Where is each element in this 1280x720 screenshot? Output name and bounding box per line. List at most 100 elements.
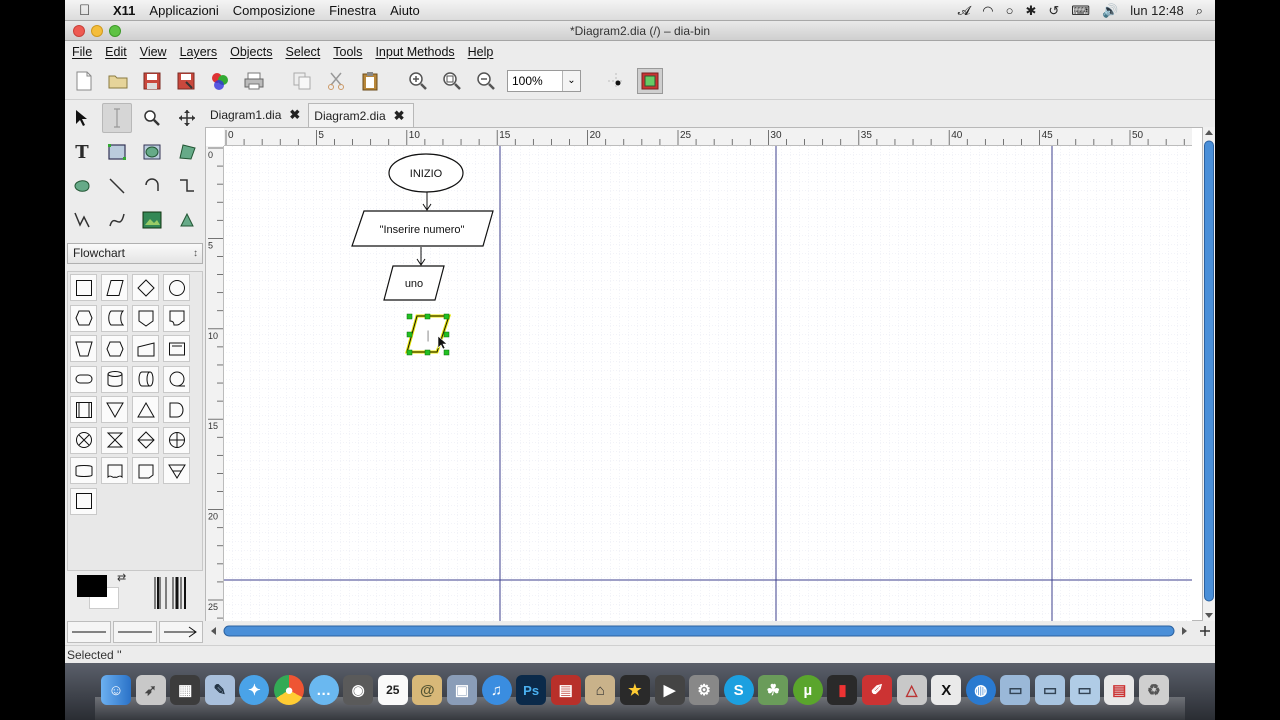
shape-or[interactable] (163, 426, 190, 454)
shape-diamond[interactable] (132, 274, 159, 301)
shape-offpage[interactable] (132, 304, 159, 332)
text-edit-tool-icon[interactable] (102, 103, 132, 133)
shape-manual-input[interactable] (132, 335, 159, 362)
zigzag-tool-icon[interactable] (172, 171, 202, 201)
shape-card[interactable] (163, 335, 190, 362)
line-width-selector[interactable] (151, 575, 191, 611)
shape-collate[interactable] (101, 426, 128, 454)
chevron-down-icon[interactable]: ⌄ (562, 70, 580, 91)
shape-delay[interactable] (163, 396, 190, 423)
maps-icon[interactable]: ☘ (758, 675, 789, 705)
shape-box[interactable] (70, 274, 97, 301)
horizontal-scrollbar[interactable] (205, 621, 1215, 641)
object-snap-icon[interactable] (637, 67, 663, 94)
mac-app-menu[interactable]: X11 (113, 3, 135, 18)
magnify-tool-icon[interactable] (137, 103, 167, 133)
itunes-icon[interactable]: ♫ (481, 675, 512, 705)
shape-terminal[interactable] (70, 365, 97, 393)
tab-diagram2[interactable]: Diagram2.dia ✖ (308, 103, 414, 127)
keyboard-icon[interactable]: ⌨ (1071, 3, 1090, 19)
outline-tool-icon[interactable] (172, 205, 202, 235)
paste-icon[interactable] (357, 68, 383, 94)
pointer-tool-icon[interactable] (67, 103, 97, 133)
documents-folder-icon[interactable]: ▭ (1035, 675, 1066, 705)
menu-input-methods[interactable]: Input Methods (375, 45, 454, 59)
launchpad-icon[interactable]: ➶ (135, 675, 166, 705)
volume-icon[interactable]: 🔊 (1102, 3, 1118, 19)
spotlight-icon[interactable]: ⌕ (1196, 3, 1203, 19)
close-icon[interactable]: ✖ (289, 107, 300, 123)
mac-menu-finestra[interactable]: Finestra (329, 3, 376, 18)
screen-recorder-icon[interactable]: ✐ (862, 675, 893, 705)
shape-stored-data[interactable] (101, 304, 128, 332)
downloads-folder-icon[interactable]: ▭ (1069, 675, 1100, 705)
mac-clock[interactable]: lun 12:48 (1130, 3, 1184, 18)
shape-summing-junction[interactable] (70, 426, 97, 454)
ellipse-tool-icon[interactable] (137, 137, 167, 167)
downloads-stack-icon[interactable]: ▤ (1104, 675, 1135, 705)
line-style-dropdown[interactable] (113, 621, 157, 643)
polygon-tool-icon[interactable] (172, 137, 202, 167)
shape-manual-operation[interactable] (70, 335, 97, 362)
shape-predefined-process[interactable] (70, 396, 97, 423)
menu-objects[interactable]: Objects (230, 45, 272, 59)
shape-note[interactable] (70, 487, 97, 515)
menu-view[interactable]: View (140, 45, 167, 59)
start-arrow-selector[interactable] (67, 621, 111, 643)
time-machine-icon[interactable]: ↺ (1048, 3, 1059, 19)
image-tool-icon[interactable] (137, 205, 167, 235)
safari-icon[interactable]: ✦ (239, 675, 270, 705)
zoom-value[interactable]: 100% (512, 74, 562, 88)
iphoto-icon[interactable]: ⌂ (585, 675, 616, 705)
swap-colors-icon[interactable]: ⇄ (117, 571, 126, 584)
chat-icon[interactable]: ○ (1006, 3, 1014, 18)
imovie-icon[interactable]: ★ (619, 675, 650, 705)
preview-icon[interactable]: ✎ (204, 675, 235, 705)
applications-folder-icon[interactable]: ▭ (1000, 675, 1031, 705)
photos-icon[interactable]: ▣ (446, 675, 477, 705)
calendar-icon[interactable]: 25 (377, 675, 408, 705)
menu-select[interactable]: Select (286, 45, 321, 59)
export-icon[interactable] (207, 68, 233, 94)
shape-display[interactable] (101, 335, 128, 362)
apple-icon[interactable]:  (79, 2, 101, 19)
minimize-window-button[interactable] (91, 25, 103, 37)
trash-icon[interactable]: ♻ (1138, 675, 1169, 705)
x11-icon[interactable]: X (931, 675, 962, 705)
box-tool-icon[interactable] (102, 137, 132, 167)
shape-document[interactable] (163, 304, 190, 332)
shape-sequential-access[interactable] (163, 365, 190, 393)
finder-icon[interactable]: ☺ (101, 675, 131, 705)
tab-diagram1[interactable]: Diagram1.dia ✖ (205, 103, 308, 127)
scroll-tool-icon[interactable] (172, 103, 202, 133)
zoom-in-icon[interactable] (405, 68, 431, 94)
script-icon[interactable]: 𝓐 (958, 3, 971, 19)
print-icon[interactable] (241, 68, 267, 94)
wifi-icon[interactable]: ◠ (982, 3, 993, 19)
menu-layers[interactable]: Layers (180, 45, 218, 59)
zoom-out-icon[interactable] (473, 68, 499, 94)
text-tool-icon[interactable]: T (67, 137, 97, 167)
shape-extract[interactable] (132, 396, 159, 423)
new-file-icon[interactable] (71, 68, 97, 94)
menu-tools[interactable]: Tools (333, 45, 362, 59)
save-icon[interactable] (139, 68, 165, 94)
photo-booth-icon[interactable]: ▤ (550, 675, 581, 705)
shape-parallelogram[interactable] (101, 274, 128, 301)
dia-icon[interactable]: △ (896, 675, 927, 705)
facetime-icon[interactable]: ◉ (343, 675, 374, 705)
polyline-tool-icon[interactable] (67, 205, 97, 235)
shape-ellipse[interactable] (163, 274, 190, 301)
bezierline-tool-icon[interactable] (102, 205, 132, 235)
vertical-scrollbar[interactable] (1203, 127, 1215, 621)
end-arrow-selector[interactable] (159, 621, 203, 643)
mac-menu-composizione[interactable]: Composizione (233, 3, 315, 18)
snap-to-grid-icon[interactable] (603, 68, 629, 94)
close-icon[interactable]: ✖ (394, 108, 405, 124)
open-folder-icon[interactable] (105, 68, 131, 94)
shape-preparation[interactable] (70, 304, 97, 332)
shape-merge[interactable] (101, 396, 128, 423)
mac-menu-aiuto[interactable]: Aiuto (390, 3, 420, 18)
shape-punched-tape[interactable] (70, 457, 97, 484)
utorrent-icon[interactable]: µ (792, 675, 823, 705)
